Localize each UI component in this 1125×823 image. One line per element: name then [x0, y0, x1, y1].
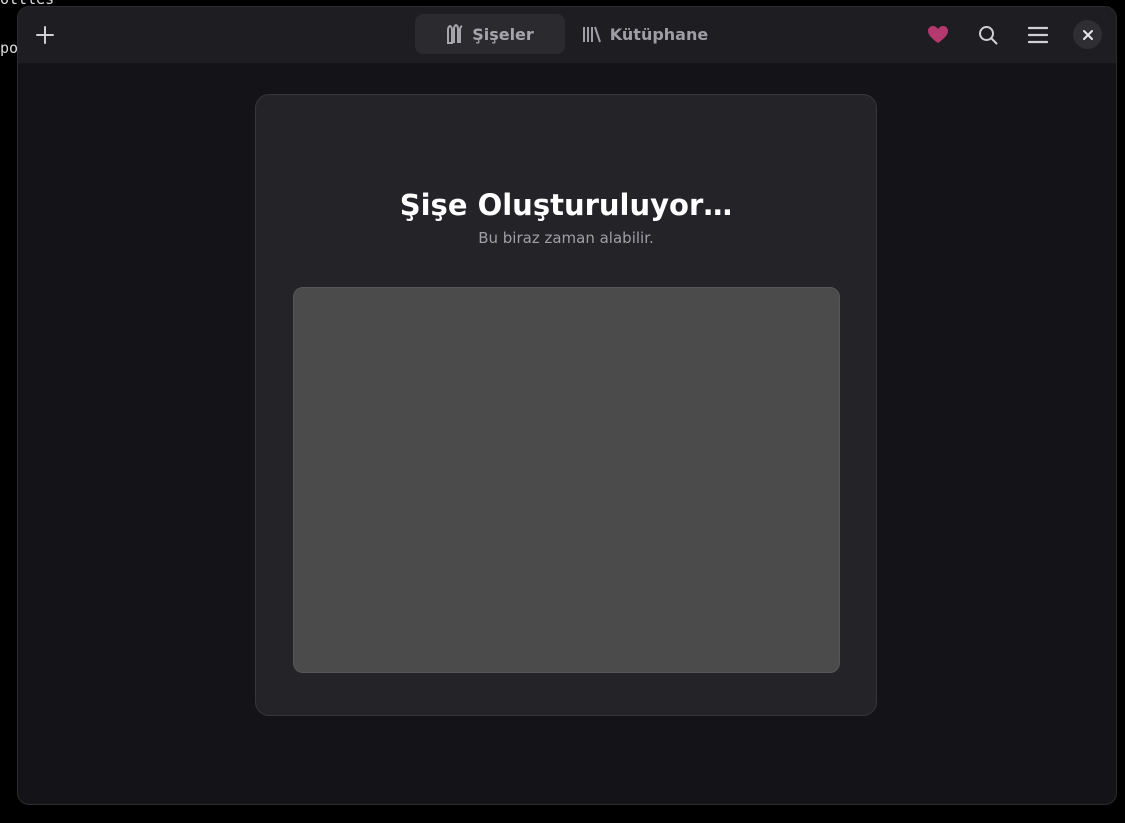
donate-button[interactable] [920, 17, 956, 53]
creation-output-area [293, 287, 840, 673]
add-bottle-button[interactable] [27, 17, 63, 53]
tab-library-label: Kütüphane [609, 24, 709, 44]
tab-bottles-label: Şişeler [472, 24, 534, 44]
background-terminal-text: po [0, 39, 19, 57]
heart-icon [928, 26, 948, 43]
bottles-icon [447, 24, 463, 44]
tab-library[interactable]: Kütüphane [567, 14, 723, 54]
bottles-window: Şişeler Kütüphane Şişe Oluşturuluyor… Bu… [17, 6, 1117, 805]
close-window-button[interactable] [1073, 20, 1102, 49]
close-icon [1082, 29, 1093, 40]
search-icon [979, 26, 998, 45]
dialog-title: Şişe Oluşturuluyor… [399, 188, 733, 222]
main-menu-button[interactable] [1020, 17, 1056, 53]
view-switcher: Şişeler Kütüphane [415, 14, 723, 54]
desktop: ottles po Şişeler [0, 0, 1125, 823]
header-bar: Şişeler Kütüphane [18, 7, 1116, 64]
dialog-subtitle: Bu biraz zaman alabilir. [478, 229, 654, 247]
plus-icon [36, 26, 54, 44]
tab-bottles[interactable]: Şişeler [415, 14, 565, 54]
creating-bottle-dialog: Şişe Oluşturuluyor… Bu biraz zaman alabi… [255, 94, 877, 716]
search-button[interactable] [970, 17, 1006, 53]
library-icon [582, 26, 601, 43]
hamburger-menu-icon [1028, 26, 1048, 44]
